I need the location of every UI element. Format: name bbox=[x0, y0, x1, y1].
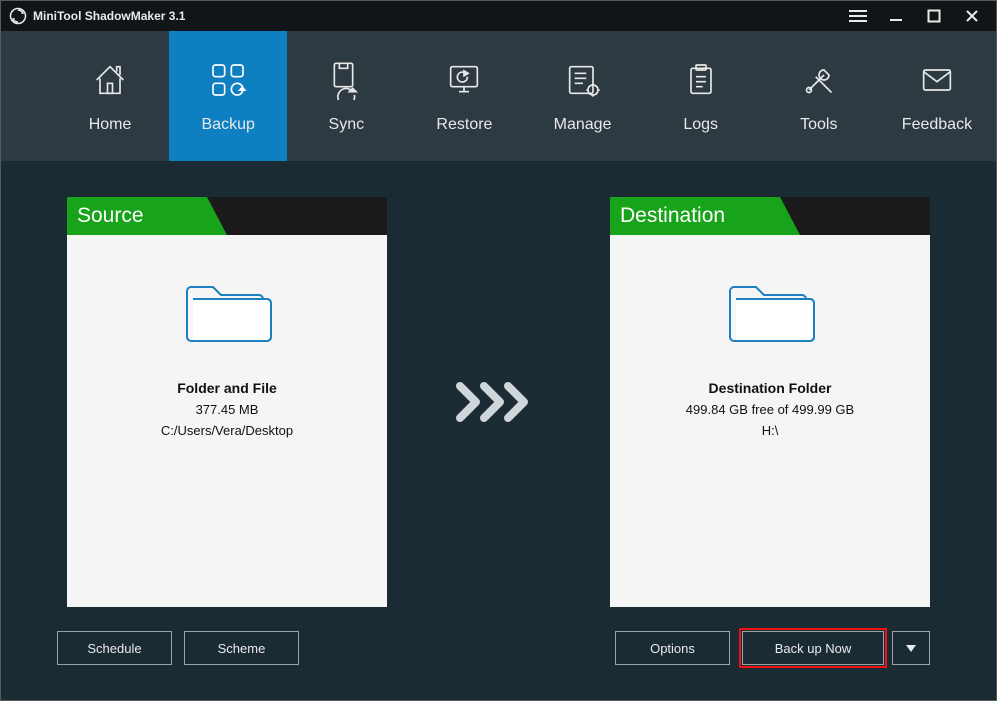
caret-down-icon bbox=[906, 641, 916, 656]
destination-body: Destination Folder 499.84 GB free of 499… bbox=[610, 235, 930, 607]
nav-tools[interactable]: Tools bbox=[760, 31, 878, 161]
feedback-icon bbox=[915, 58, 959, 102]
nav-label: Home bbox=[89, 116, 132, 134]
minimize-icon[interactable] bbox=[880, 2, 912, 30]
destination-tab: Destination bbox=[610, 197, 780, 235]
home-icon bbox=[88, 58, 132, 102]
source-card[interactable]: Source Folder and File 377.45 MB C:/User… bbox=[67, 197, 387, 607]
manage-icon bbox=[561, 58, 605, 102]
folder-icon bbox=[181, 271, 273, 352]
nav-label: Backup bbox=[202, 116, 255, 134]
nav-label: Tools bbox=[800, 116, 837, 134]
destination-card[interactable]: Destination Destination Folder 499.84 GB… bbox=[610, 197, 930, 607]
source-path: C:/Users/Vera/Desktop bbox=[161, 423, 293, 438]
backup-icon bbox=[206, 58, 250, 102]
nav-home[interactable]: Home bbox=[51, 31, 169, 161]
app-logo-icon bbox=[9, 7, 27, 25]
nav-sync[interactable]: Sync bbox=[287, 31, 405, 161]
backup-now-button[interactable]: Back up Now bbox=[742, 631, 884, 665]
arrow-icon bbox=[449, 382, 549, 422]
nav-label: Restore bbox=[436, 116, 492, 134]
nav-label: Feedback bbox=[902, 116, 972, 134]
nav-manage[interactable]: Manage bbox=[524, 31, 642, 161]
card-stripe bbox=[222, 197, 387, 235]
destination-tab-label: Destination bbox=[620, 204, 725, 228]
cards-row: Source Folder and File 377.45 MB C:/User… bbox=[67, 197, 930, 607]
scheme-button[interactable]: Scheme bbox=[184, 631, 299, 665]
destination-title: Destination Folder bbox=[709, 380, 832, 396]
nav-logs[interactable]: Logs bbox=[642, 31, 760, 161]
nav-label: Sync bbox=[329, 116, 365, 134]
button-label: Options bbox=[650, 641, 695, 656]
nav-feedback[interactable]: Feedback bbox=[878, 31, 996, 161]
source-title: Folder and File bbox=[177, 380, 277, 396]
restore-icon bbox=[442, 58, 486, 102]
tools-icon bbox=[797, 58, 841, 102]
options-button[interactable]: Options bbox=[615, 631, 730, 665]
close-icon[interactable] bbox=[956, 2, 988, 30]
source-body: Folder and File 377.45 MB C:/Users/Vera/… bbox=[67, 235, 387, 607]
logs-icon bbox=[679, 58, 723, 102]
button-label: Schedule bbox=[87, 641, 141, 656]
button-label: Scheme bbox=[218, 641, 266, 656]
maximize-icon[interactable] bbox=[918, 2, 950, 30]
destination-path: H:\ bbox=[762, 423, 779, 438]
app-window: MiniTool ShadowMaker 3.1 Home bbox=[0, 0, 997, 701]
title-bar: MiniTool ShadowMaker 3.1 bbox=[1, 1, 996, 31]
source-tab: Source bbox=[67, 197, 207, 235]
source-tab-label: Source bbox=[77, 204, 144, 228]
nav-backup[interactable]: Backup bbox=[169, 31, 287, 161]
card-stripe bbox=[795, 197, 930, 235]
folder-icon bbox=[724, 271, 816, 352]
source-size: 377.45 MB bbox=[196, 402, 259, 417]
bottom-bar: Schedule Scheme Options Back up Now bbox=[67, 631, 930, 681]
nav-bar: Home Backup bbox=[1, 31, 996, 161]
sync-icon bbox=[324, 58, 368, 102]
destination-size: 499.84 GB free of 499.99 GB bbox=[686, 402, 854, 417]
content-area: Source Folder and File 377.45 MB C:/User… bbox=[1, 161, 996, 700]
schedule-button[interactable]: Schedule bbox=[57, 631, 172, 665]
nav-label: Manage bbox=[554, 116, 612, 134]
nav-label: Logs bbox=[683, 116, 718, 134]
button-label: Back up Now bbox=[775, 641, 852, 656]
backup-dropdown-button[interactable] bbox=[892, 631, 930, 665]
nav-restore[interactable]: Restore bbox=[405, 31, 523, 161]
menu-icon[interactable] bbox=[842, 2, 874, 30]
app-title: MiniTool ShadowMaker 3.1 bbox=[33, 9, 185, 23]
